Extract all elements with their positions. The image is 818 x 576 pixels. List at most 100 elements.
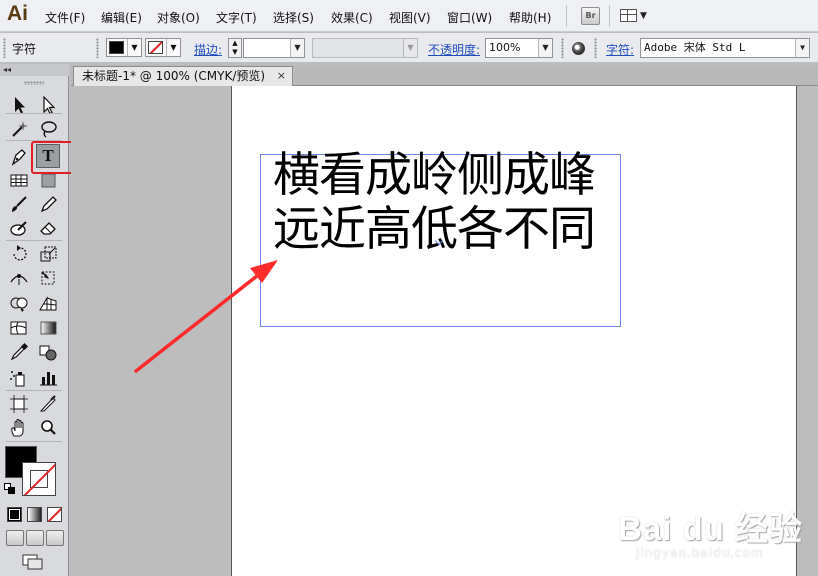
draw-inside-button[interactable] <box>46 530 64 546</box>
lasso-icon <box>41 121 57 138</box>
screen-mode-icon[interactable] <box>22 554 44 570</box>
menu-edit[interactable]: 编辑(E) <box>101 9 142 26</box>
menu-window[interactable]: 窗口(W) <box>447 9 492 26</box>
grid-table-icon <box>10 174 28 187</box>
close-icon[interactable]: × <box>277 67 286 85</box>
collapse-panel-button[interactable]: ◂◂ <box>0 64 69 76</box>
magic-wand-icon <box>12 121 28 137</box>
eraser-icon <box>40 222 56 235</box>
fill-swatch <box>109 41 124 54</box>
artboard-icon <box>10 395 28 413</box>
chevron-down-icon: ▼ <box>127 39 141 56</box>
perspective-grid-tool[interactable] <box>36 292 60 316</box>
layout-grid-icon <box>620 9 637 22</box>
slice-knife-icon <box>39 395 56 412</box>
magnifier-icon <box>41 420 56 435</box>
shape-builder-icon <box>10 297 28 312</box>
panel-grip[interactable] <box>96 38 99 58</box>
none-mode-button[interactable] <box>47 507 62 522</box>
blend-icon <box>39 345 57 361</box>
chevron-down-icon: ▼ <box>290 39 304 57</box>
lasso-tool[interactable] <box>36 117 60 141</box>
chevron-down-icon: ▼ <box>795 39 809 57</box>
pencil-icon <box>40 196 57 213</box>
menu-type[interactable]: 文字(T) <box>216 9 257 26</box>
document-tab-bar: 未标题-1* @ 100% (CMYK/预览) × <box>71 65 818 86</box>
scale-tool[interactable] <box>36 242 60 266</box>
panel-grip[interactable] <box>24 81 44 85</box>
arrange-documents-button[interactable]: ▼ <box>620 7 650 25</box>
menu-effect[interactable]: 效果(C) <box>331 9 373 26</box>
rotate-icon <box>13 245 27 261</box>
blob-brush-tool[interactable] <box>7 216 31 240</box>
chevron-down-icon: ▼ <box>403 39 417 57</box>
pencil-tool[interactable] <box>36 192 60 216</box>
free-transform-tool[interactable] <box>36 266 60 290</box>
scale-icon <box>40 246 57 262</box>
width-icon <box>10 274 28 285</box>
fill-color-picker[interactable]: ▼ <box>106 38 142 57</box>
column-graph-tool[interactable] <box>36 366 60 390</box>
toolbox-divider <box>6 240 62 241</box>
hand-tool[interactable] <box>7 416 31 440</box>
column-graph-icon <box>40 372 57 386</box>
toolbox-divider <box>6 390 62 391</box>
gradient-tool[interactable] <box>36 316 60 340</box>
font-family-dropdown[interactable]: Adobe 宋体 Std L ▼ <box>640 38 810 58</box>
menu-view[interactable]: 视图(V) <box>389 9 431 26</box>
opacity-input[interactable]: 100% ▼ <box>485 38 553 58</box>
menu-select[interactable]: 选择(S) <box>273 9 314 26</box>
recolor-artwork-icon[interactable] <box>572 42 585 55</box>
paintbrush-icon <box>12 196 27 212</box>
text-line: 横看成岭侧成峰 <box>273 148 596 203</box>
draw-normal-button[interactable] <box>6 530 24 546</box>
blend-tool[interactable] <box>36 340 60 364</box>
slice-tool[interactable] <box>36 392 60 416</box>
opacity-label[interactable]: 不透明度: <box>428 41 480 58</box>
mesh-icon <box>10 321 27 335</box>
panel-grip[interactable] <box>594 38 597 58</box>
eraser-tool[interactable] <box>36 216 60 240</box>
magic-wand-tool[interactable] <box>7 117 31 141</box>
panel-grip[interactable] <box>561 38 564 58</box>
pen-tool[interactable] <box>7 144 31 168</box>
toolbox-divider <box>6 441 62 442</box>
artboard-tool[interactable] <box>7 392 31 416</box>
eyedropper-tool[interactable] <box>7 340 31 364</box>
stroke-color-picker[interactable]: ▼ <box>145 38 181 57</box>
watermark: Bai du 经验 jingyan.baidu.com <box>618 502 814 572</box>
zoom-tool[interactable] <box>36 416 60 440</box>
stroke-label[interactable]: 描边: <box>194 41 222 58</box>
paintbrush-tool[interactable] <box>7 192 31 216</box>
menu-object[interactable]: 对象(O) <box>157 9 200 26</box>
width-tool[interactable] <box>7 266 31 290</box>
menu-separator <box>609 5 610 27</box>
default-colors-icon[interactable] <box>4 483 16 495</box>
mesh-tool[interactable] <box>7 316 31 340</box>
color-mode-button[interactable] <box>7 507 22 522</box>
document-tab[interactable]: 未标题-1* @ 100% (CMYK/预览) × <box>73 66 293 86</box>
menu-bar: Ai 文件(F) 编辑(E) 对象(O) 文字(T) 选择(S) 效果(C) 视… <box>0 0 818 32</box>
control-bar: 字符 ▼ ▼ 描边: ▲ ▼ ▼ ▼ 不透明度: 100% ▼ 字符: Adobe… <box>0 33 818 63</box>
menu-help[interactable]: 帮助(H) <box>509 9 551 26</box>
gradient-mode-button[interactable] <box>27 507 42 522</box>
panel-label: 字符 <box>12 42 37 56</box>
none-slash-icon <box>48 508 61 521</box>
symbol-sprayer-tool[interactable] <box>7 366 31 390</box>
rotate-tool[interactable] <box>7 242 31 266</box>
stroke-weight-input[interactable]: ▼ <box>243 38 305 58</box>
shape-builder-tool[interactable] <box>7 292 31 316</box>
draw-behind-button[interactable] <box>26 530 44 546</box>
font-label[interactable]: 字符: <box>606 41 634 58</box>
eyedropper-icon <box>10 342 29 361</box>
menu-file[interactable]: 文件(F) <box>45 9 85 26</box>
stroke-color-swatch[interactable] <box>22 462 56 496</box>
bridge-button[interactable]: Br <box>581 7 600 25</box>
style-dropdown[interactable]: ▼ <box>312 38 418 58</box>
watermark-brand: Bai du 经验 <box>618 510 804 547</box>
none-slash-icon <box>149 42 162 53</box>
stroke-weight-stepper[interactable]: ▲ ▼ <box>228 38 242 58</box>
none-slash-icon <box>23 463 55 495</box>
panel-grip[interactable] <box>3 38 6 58</box>
area-graph-tool[interactable] <box>7 168 31 192</box>
